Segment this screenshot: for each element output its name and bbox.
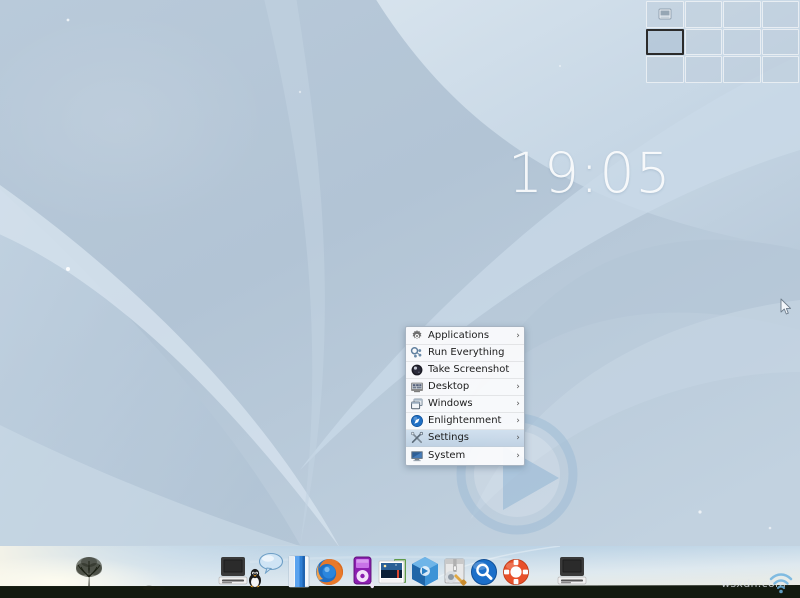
chevron-right-icon: › bbox=[514, 329, 522, 343]
search-icon[interactable] bbox=[467, 554, 501, 590]
menu-item-label: Take Screenshot bbox=[428, 363, 514, 377]
menu-item-desktop[interactable]: Desktop › bbox=[406, 379, 524, 396]
desktop-root[interactable]: 19:05 Applications bbox=[0, 0, 800, 598]
watermark-wifi-icon bbox=[768, 571, 794, 595]
show-desktop-icon[interactable] bbox=[555, 554, 589, 590]
chevron-right-icon: › bbox=[514, 449, 522, 463]
menu-item-label: Run Everything bbox=[428, 346, 514, 360]
desktop-wallpaper bbox=[0, 0, 800, 598]
chat-bubble-icon[interactable] bbox=[258, 552, 284, 574]
chevron-right-icon: › bbox=[514, 431, 522, 445]
pager-cell[interactable] bbox=[685, 1, 723, 28]
pager-cell[interactable] bbox=[762, 29, 800, 56]
menu-item-applications[interactable]: Applications › bbox=[406, 328, 524, 345]
menu-item-label: Desktop bbox=[428, 380, 514, 394]
desktop-clock: 19:05 bbox=[508, 146, 672, 201]
chevron-right-icon: › bbox=[514, 380, 522, 394]
music-player-icon[interactable] bbox=[345, 554, 379, 590]
menu-item-system[interactable]: System › bbox=[406, 447, 524, 464]
menu-item-run-everything[interactable]: Run Everything bbox=[406, 345, 524, 362]
menu-item-take-screenshot[interactable]: Take Screenshot bbox=[406, 362, 524, 379]
tools-icon bbox=[410, 431, 424, 445]
help-lifering-icon[interactable] bbox=[499, 554, 533, 590]
chevron-right-icon: › bbox=[514, 414, 522, 428]
gear-icon bbox=[410, 329, 424, 343]
pager-window-thumb bbox=[658, 9, 671, 20]
pager-cell[interactable] bbox=[685, 29, 723, 56]
enlightenment-root-menu[interactable]: Applications › Run Everything Take Scree… bbox=[405, 326, 525, 466]
image-viewer-icon[interactable] bbox=[376, 554, 410, 590]
pager-cell[interactable] bbox=[762, 56, 800, 83]
pager-cell[interactable] bbox=[723, 56, 761, 83]
compass-icon bbox=[410, 414, 424, 428]
menu-item-enlightenment[interactable]: Enlightenment › bbox=[406, 413, 524, 430]
menu-item-windows[interactable]: Windows › bbox=[406, 396, 524, 413]
menu-item-label: Applications bbox=[428, 329, 514, 343]
pager-cell[interactable] bbox=[723, 1, 761, 28]
pager-cell-current[interactable] bbox=[646, 29, 684, 56]
menu-item-label: Enlightenment bbox=[428, 414, 514, 428]
desktop-shelf[interactable] bbox=[0, 546, 800, 598]
pager-cell[interactable] bbox=[723, 29, 761, 56]
pager-cell[interactable] bbox=[762, 1, 800, 28]
pager-cell[interactable] bbox=[646, 1, 684, 28]
desktop-icon bbox=[410, 380, 424, 394]
monitor-icon bbox=[410, 449, 424, 463]
menu-item-label: Settings bbox=[428, 431, 514, 445]
virtualbox-icon[interactable] bbox=[408, 554, 442, 590]
web-browser-icon[interactable] bbox=[312, 554, 346, 590]
chevron-right-icon: › bbox=[514, 397, 522, 411]
pager-cell[interactable] bbox=[685, 56, 723, 83]
file-manager-icon[interactable] bbox=[282, 554, 316, 590]
menu-item-label: Windows bbox=[428, 397, 514, 411]
menu-item-label: System bbox=[428, 449, 514, 463]
windows-icon bbox=[410, 397, 424, 411]
virtual-desktop-pager[interactable] bbox=[645, 0, 800, 84]
everything-icon bbox=[410, 346, 424, 360]
start-computer-icon[interactable] bbox=[216, 554, 250, 590]
camera-lens-icon bbox=[410, 363, 424, 377]
pager-cell[interactable] bbox=[646, 56, 684, 83]
menu-item-settings[interactable]: Settings › bbox=[406, 430, 524, 447]
